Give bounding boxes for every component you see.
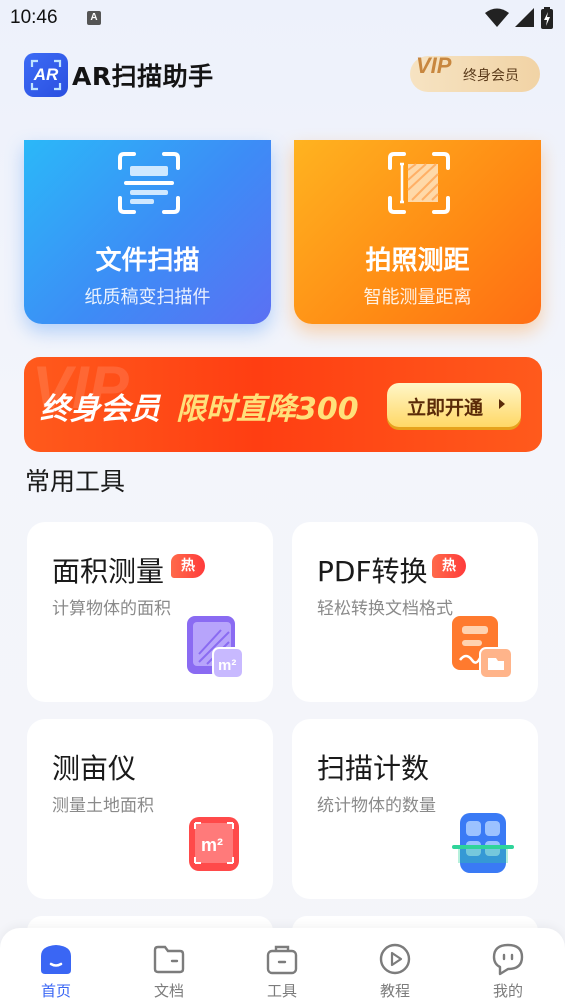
bottom-nav: 首页 文档 工具 教程 我的 bbox=[0, 928, 565, 1004]
tool-title: 扫描计数 bbox=[317, 752, 430, 785]
file-scan-subtitle: 纸质稿变扫描件 bbox=[84, 287, 211, 308]
ruler-scan-icon bbox=[388, 152, 450, 214]
scan-document-icon bbox=[118, 152, 180, 214]
pdf-convert-icon bbox=[452, 616, 513, 679]
signal-icon bbox=[515, 8, 534, 27]
nav-label: 教程 bbox=[379, 982, 410, 1000]
promo-text-main: 终身会员 bbox=[40, 392, 160, 427]
nav-label: 我的 bbox=[492, 982, 523, 1000]
home-icon bbox=[41, 945, 71, 974]
status-icons bbox=[485, 7, 553, 29]
tool-card-pdf-convert[interactable]: PDF转换 热 轻松转换文档格式 bbox=[292, 522, 538, 702]
nav-label: 工具 bbox=[266, 982, 297, 1000]
hot-badge: 热 bbox=[432, 554, 466, 578]
battery-icon bbox=[541, 7, 553, 29]
tool-title: 面积测量 bbox=[52, 555, 165, 588]
app-logo: AR bbox=[24, 53, 68, 97]
activate-now-button[interactable]: 立即开通 bbox=[387, 383, 521, 427]
tool-subtitle: 测量土地面积 bbox=[52, 796, 154, 816]
app-logo-text: AR bbox=[33, 65, 59, 84]
file-scan-title: 文件扫描 bbox=[95, 246, 200, 276]
tool-card-area-measure[interactable]: 面积测量 热 计算物体的面积 m² bbox=[27, 522, 273, 702]
tool-subtitle: 计算物体的面积 bbox=[52, 599, 171, 619]
nav-documents[interactable]: 文档 bbox=[139, 942, 199, 1002]
chevron-right-icon bbox=[499, 399, 505, 409]
notification-icon: A bbox=[87, 11, 101, 25]
photo-distance-card[interactable]: 拍照测距 智能测量距离 bbox=[294, 140, 541, 324]
file-scan-card[interactable]: 文件扫描 纸质稿变扫描件 bbox=[24, 140, 271, 324]
tool-card-scan-count[interactable]: 扫描计数 统计物体的数量 bbox=[292, 719, 538, 899]
nav-profile[interactable]: 我的 bbox=[478, 942, 538, 1002]
toolbox-icon bbox=[266, 945, 298, 975]
play-icon bbox=[379, 943, 411, 975]
scan-count-icon bbox=[452, 813, 514, 873]
status-bar: 10:46 A bbox=[0, 0, 565, 38]
nav-tutorials[interactable]: 教程 bbox=[365, 942, 425, 1002]
tool-title: 测亩仪 bbox=[52, 752, 137, 785]
nav-home[interactable]: 首页 bbox=[26, 942, 86, 1002]
status-time: 10:46 bbox=[10, 7, 58, 28]
area-measure-icon: m² bbox=[187, 616, 244, 679]
photo-distance-subtitle: 智能测量距离 bbox=[363, 287, 472, 308]
svg-text:m²: m² bbox=[218, 657, 236, 674]
folder-icon bbox=[153, 945, 185, 974]
svg-text:m²: m² bbox=[201, 835, 223, 855]
profile-icon bbox=[492, 943, 524, 976]
wifi-icon bbox=[485, 8, 509, 27]
promo-text-highlight: 限时直降300 bbox=[176, 392, 359, 427]
activate-now-label: 立即开通 bbox=[407, 397, 484, 419]
nav-label: 文档 bbox=[153, 982, 184, 1000]
common-tools-title: 常用工具 bbox=[25, 467, 126, 496]
tool-card-land-measure[interactable]: 测亩仪 测量土地面积 m² bbox=[27, 719, 273, 899]
hot-badge: 热 bbox=[171, 554, 205, 578]
nav-tools[interactable]: 工具 bbox=[252, 942, 312, 1002]
vip-label: 终身会员 bbox=[463, 68, 519, 84]
tool-subtitle: 统计物体的数量 bbox=[317, 796, 436, 816]
land-measure-icon: m² bbox=[189, 817, 239, 871]
vip-mark: VIP bbox=[416, 53, 452, 78]
app-title: AR扫描助手 bbox=[72, 62, 214, 91]
vip-lifetime-button[interactable]: VIP 终身会员 bbox=[410, 53, 540, 92]
tool-title: PDF转换 bbox=[317, 555, 428, 588]
vip-promo-banner[interactable]: VIP 终身会员 限时直降300 立即开通 bbox=[24, 357, 542, 452]
nav-label: 首页 bbox=[40, 982, 71, 1000]
tool-subtitle: 轻松转换文档格式 bbox=[317, 599, 453, 619]
photo-distance-title: 拍照测距 bbox=[365, 246, 470, 276]
